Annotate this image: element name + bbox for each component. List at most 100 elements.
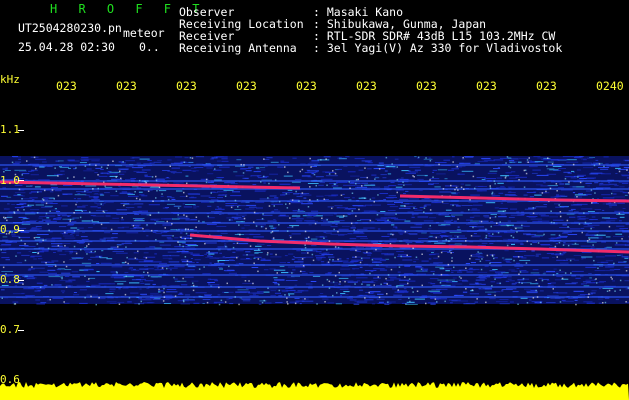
noise-speckle	[257, 177, 267, 179]
noise-speckle	[353, 303, 360, 305]
noise-speckle	[217, 197, 223, 199]
noise-speckle	[423, 205, 427, 207]
noise-speckle	[152, 298, 160, 300]
noise-dot	[121, 216, 123, 219]
noise-speckle	[478, 252, 482, 254]
noise-dot	[412, 175, 414, 177]
noise-speckle	[601, 173, 611, 175]
noise-dot	[161, 193, 163, 195]
noise-dot	[75, 203, 77, 206]
noise-dot	[289, 236, 292, 239]
noise-speckle	[325, 175, 338, 177]
noise-speckle	[391, 217, 399, 219]
noise-dot	[314, 222, 317, 225]
noise-speckle	[583, 226, 593, 228]
noise-speckle	[478, 186, 488, 187]
noise-speckle	[442, 203, 449, 204]
noise-speckle	[289, 225, 300, 227]
noise-dot	[369, 198, 372, 201]
noise-speckle	[374, 176, 379, 178]
noise-speckle	[64, 269, 72, 270]
noise-speckle	[430, 283, 436, 285]
noise-dot	[24, 243, 26, 245]
noise-speckle	[546, 168, 555, 170]
noise-speckle	[534, 161, 544, 163]
noise-speckle	[29, 209, 40, 211]
noise-dot	[229, 219, 231, 221]
noise-speckle	[514, 250, 523, 252]
noise-speckle	[300, 193, 307, 195]
noise-dot	[155, 179, 158, 182]
noise-dot	[515, 227, 517, 230]
noise-dot	[177, 241, 179, 243]
noise-dot	[84, 165, 87, 167]
noise-speckle	[287, 266, 295, 268]
noise-speckle	[497, 167, 500, 169]
noise-speckle	[263, 291, 270, 293]
noise-speckle	[150, 292, 159, 294]
noise-speckle	[301, 300, 314, 302]
noise-speckle	[432, 285, 443, 287]
noise-dot	[331, 207, 333, 210]
noise-speckle	[311, 173, 314, 175]
noise-speckle	[450, 204, 459, 206]
noise-speckle	[180, 259, 189, 261]
noise-speckle	[567, 172, 572, 174]
noise-dot	[263, 299, 265, 302]
noise-dot	[505, 175, 507, 178]
noise-speckle	[1, 257, 10, 259]
noise-speckle	[195, 156, 205, 158]
noise-dot	[518, 281, 520, 284]
noise-dot	[1, 297, 3, 299]
noise-dot	[161, 267, 164, 269]
noise-speckle	[428, 228, 432, 230]
noise-speckle	[154, 269, 162, 271]
noise-speckle	[364, 204, 372, 206]
noise-dot	[291, 199, 294, 201]
noise-speckle	[161, 235, 172, 237]
noise-speckle	[83, 270, 88, 272]
noise-speckle	[495, 301, 508, 303]
noise-speckle	[327, 302, 334, 304]
noise-dot	[198, 220, 200, 222]
noise-speckle	[483, 215, 489, 217]
noise-speckle	[587, 211, 595, 212]
noise-dot	[22, 283, 24, 285]
noise-dot	[530, 243, 532, 245]
noise-speckle	[609, 269, 620, 270]
noise-dot	[182, 245, 184, 248]
noise-dot	[619, 279, 622, 282]
noise-speckle	[562, 156, 574, 158]
noise-dot	[186, 263, 189, 266]
noise-dot	[588, 293, 590, 295]
noise-speckle	[553, 271, 565, 273]
noise-speckle	[109, 171, 121, 173]
noise-speckle	[458, 279, 467, 281]
noise-speckle	[184, 294, 191, 296]
noise-speckle	[546, 270, 555, 272]
noise-dot	[126, 256, 128, 259]
noise-speckle	[133, 170, 139, 172]
noise-speckle	[384, 214, 395, 216]
noise-speckle	[310, 281, 317, 282]
noise-speckle	[28, 170, 32, 172]
noise-speckle	[68, 160, 80, 162]
noise-speckle	[585, 182, 592, 184]
noise-dot	[20, 239, 23, 242]
noise-dot	[402, 181, 404, 183]
noise-speckle	[460, 183, 464, 185]
noise-dot	[559, 211, 562, 213]
noise-dot	[349, 187, 351, 189]
noise-speckle	[356, 256, 361, 258]
noise-speckle	[360, 237, 368, 239]
noise-speckle	[369, 291, 381, 293]
noise-speckle	[562, 232, 569, 234]
noise-speckle	[487, 172, 497, 174]
noise-speckle	[209, 257, 220, 259]
noise-speckle	[337, 168, 342, 170]
noise-speckle	[562, 300, 574, 302]
noise-speckle	[450, 302, 453, 304]
noise-speckle	[117, 301, 125, 303]
noise-speckle	[272, 281, 278, 283]
noise-speckle	[371, 242, 378, 244]
